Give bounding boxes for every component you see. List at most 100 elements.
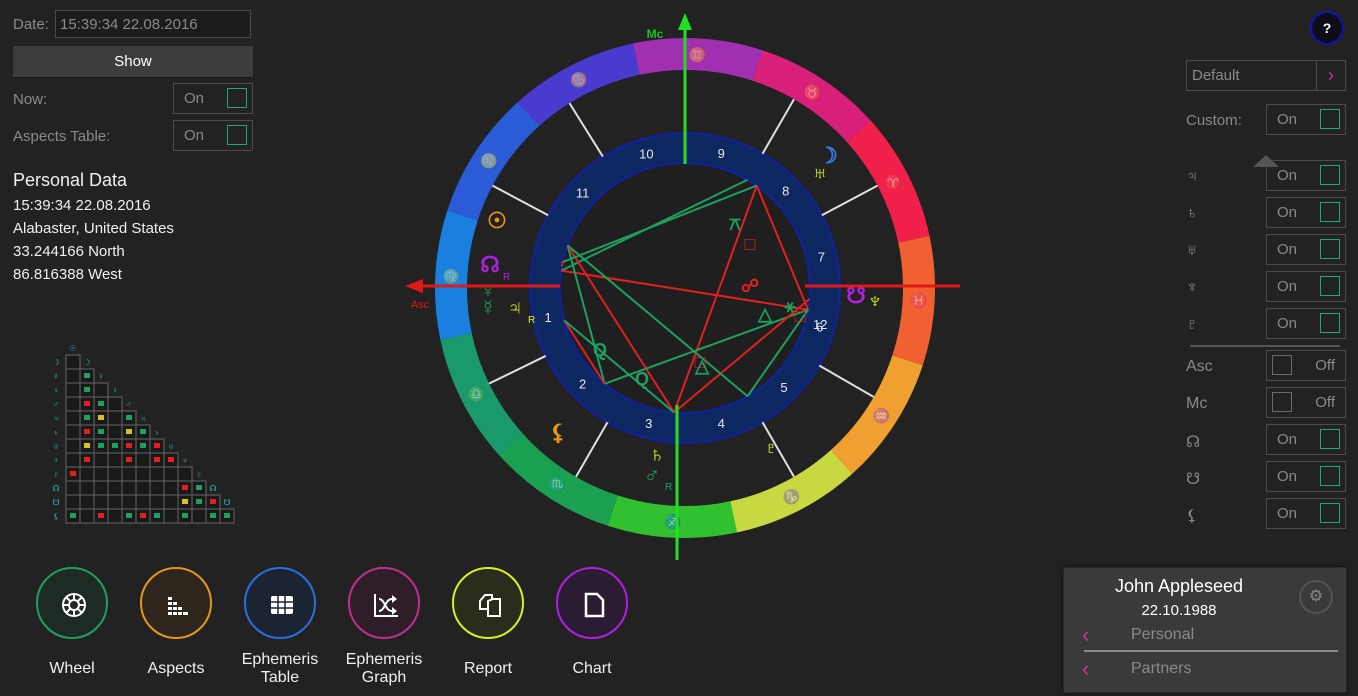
- mercury-icon[interactable]: ☿: [480, 295, 497, 320]
- col-symbol: ♇: [196, 470, 202, 479]
- chevron-right-icon[interactable]: ›: [1316, 61, 1345, 90]
- aspect-cell: [93, 494, 109, 510]
- pluto-toggle[interactable]: On: [1266, 308, 1346, 339]
- aspect-cell: [107, 424, 123, 440]
- aspect-cell: [65, 438, 81, 454]
- aspect-cell: [93, 382, 109, 398]
- mc-toggle[interactable]: Off: [1266, 387, 1346, 418]
- aspects-table-toggle[interactable]: On: [173, 120, 253, 151]
- aspect-mark: [84, 415, 90, 420]
- chevron-left-icon[interactable]: ‹: [1082, 656, 1089, 682]
- aspect-cell: [93, 452, 109, 468]
- preset-value: Default: [1192, 67, 1240, 84]
- mc-label: Mc: [647, 27, 664, 41]
- asc-toggle[interactable]: Off: [1266, 350, 1346, 381]
- date-input[interactable]: 15:39:34 22.08.2016: [55, 10, 251, 38]
- aspect-line: [560, 261, 564, 267]
- zodiac-sign-icon: ♌: [480, 153, 497, 170]
- partners-link[interactable]: Partners: [1131, 660, 1191, 678]
- aspect-cell: [163, 494, 179, 510]
- toggle-text: On: [1277, 241, 1298, 258]
- aspect-cell: [177, 466, 193, 482]
- house-number: 10: [639, 146, 653, 161]
- chevron-left-icon[interactable]: ‹: [1082, 622, 1089, 648]
- mars-icon[interactable]: ♂: [644, 462, 661, 487]
- personal-data-title: Personal Data: [13, 170, 128, 190]
- col-symbol: ☿: [98, 372, 104, 381]
- toggle-text: On: [1277, 167, 1298, 184]
- aspect-mark: [98, 513, 104, 518]
- nav-label-line1: Wheel: [49, 660, 95, 677]
- custom-toggle[interactable]: On: [1266, 104, 1346, 135]
- nav-button-report[interactable]: [452, 567, 524, 639]
- aspect-mark: [182, 499, 188, 504]
- nav-button-wheel[interactable]: [36, 567, 108, 639]
- neptune-icon[interactable]: ♆: [867, 288, 884, 313]
- nav-button-table[interactable]: [244, 567, 316, 639]
- aspect-glyph-icon: Q: [593, 340, 607, 360]
- nav-label: Wheel: [22, 660, 122, 678]
- aspect-glyph-icon: □: [795, 306, 806, 326]
- lilith-toggle[interactable]: On: [1266, 498, 1346, 529]
- south-node-toggle[interactable]: On: [1266, 461, 1346, 492]
- uranus-toggle[interactable]: On: [1266, 234, 1346, 265]
- aspect-mark: [182, 485, 188, 490]
- col-symbol: ♂: [126, 400, 132, 409]
- nav-label: Aspects: [126, 660, 226, 678]
- jupiter-icon[interactable]: ♃: [507, 295, 524, 320]
- north-node-icon[interactable]: ☊: [480, 252, 500, 277]
- personal-longitude: 86.816388 West: [13, 266, 122, 283]
- now-toggle[interactable]: On: [173, 83, 253, 114]
- pluto-icon[interactable]: ♇: [763, 435, 780, 460]
- now-label: Now:: [13, 91, 48, 108]
- lilith-icon[interactable]: ⚸: [550, 420, 566, 445]
- nav-label: Ephemeris Table: [230, 651, 330, 687]
- toggle-knob: [1320, 313, 1340, 333]
- gear-icon[interactable]: ⚙: [1299, 580, 1333, 614]
- zodiac-sign-icon: ♊: [689, 46, 706, 63]
- aspect-mark: [84, 373, 90, 378]
- aspect-mark: [84, 429, 90, 434]
- aspect-cell: [121, 480, 137, 496]
- sun-icon[interactable]: ☉: [487, 208, 507, 233]
- nav-button-chart[interactable]: [556, 567, 628, 639]
- nav-button-aspects[interactable]: [140, 567, 212, 639]
- aspect-mark: [98, 429, 104, 434]
- aspect-mark: [168, 457, 174, 462]
- aspect-mark: [84, 401, 90, 406]
- aspect-cell: [79, 494, 95, 510]
- aspect-cell: [135, 494, 151, 510]
- custom-label: Custom:: [1186, 112, 1242, 129]
- row-symbol: ☋: [52, 498, 59, 507]
- help-button[interactable]: ?: [1310, 11, 1344, 45]
- aspect-cell: [163, 466, 179, 482]
- aspect-cell: [79, 508, 95, 524]
- north-node-toggle[interactable]: On: [1266, 424, 1346, 455]
- nav-button-graph[interactable]: [348, 567, 420, 639]
- moon-icon[interactable]: ☽: [818, 143, 838, 168]
- graph-icon: [374, 594, 398, 617]
- zodiac-sign-icon: ♎: [468, 386, 485, 403]
- neptune-toggle[interactable]: On: [1266, 271, 1346, 302]
- row-symbol: ⚸: [53, 512, 59, 521]
- preset-selector[interactable]: Default ›: [1186, 60, 1346, 91]
- row-symbol: ♂: [53, 400, 59, 409]
- aspect-glyph-icon: □: [745, 234, 756, 254]
- astro-wheel[interactable]: ♈♉♊♋♌♍♎♏♐♑♒♓123 456789101112⚻□☍△□⚹ □△QQ☉☊R…: [380, 0, 980, 570]
- row-symbol: ♇: [53, 470, 59, 479]
- divider: [1084, 650, 1338, 652]
- aspect-mark: [210, 499, 216, 504]
- scroll-up-caret-icon[interactable]: [1253, 155, 1279, 167]
- nav-label-line2: Graph: [361, 669, 407, 686]
- asc-label: Asc: [411, 299, 430, 311]
- show-button[interactable]: Show: [13, 46, 253, 78]
- personal-link[interactable]: Personal: [1131, 626, 1194, 644]
- aspect-cell: [191, 508, 207, 524]
- saturn-toggle[interactable]: On: [1266, 197, 1346, 228]
- row-symbol: ♆: [53, 456, 59, 465]
- col-symbol: ☽: [83, 358, 90, 367]
- aspect-cell: [163, 480, 179, 496]
- toggle-knob: [1320, 202, 1340, 222]
- house-number: 2: [579, 376, 586, 391]
- row-symbol: ♅: [53, 442, 59, 451]
